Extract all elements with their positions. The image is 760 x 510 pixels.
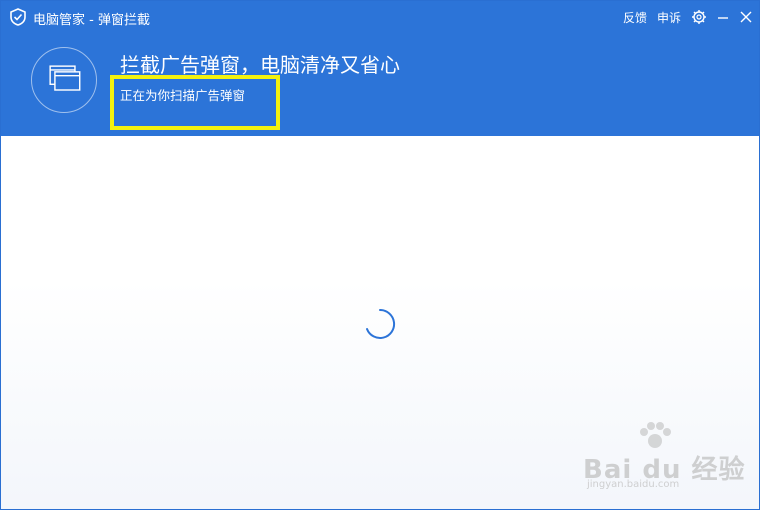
page-title: 拦截广告弹窗，电脑清净又省心 xyxy=(120,53,400,77)
shield-check-icon xyxy=(10,8,26,26)
loading-spinner-icon xyxy=(366,308,396,339)
watermark-url: jingyan.baidu.com xyxy=(587,479,680,490)
header-banner: 电脑管家 - 弹窗拦截 反馈 申诉 拦截广告弹窗，电脑清净又省心 正在为你扫描广… xyxy=(1,1,759,136)
scan-status-text: 正在为你扫描广告弹窗 xyxy=(120,88,246,103)
close-icon[interactable] xyxy=(738,9,754,25)
popup-windows-icon xyxy=(31,47,97,113)
app-window: 电脑管家 - 弹窗拦截 反馈 申诉 拦截广告弹窗，电脑清净又省心 正在为你扫描广… xyxy=(0,0,760,510)
gear-icon[interactable] xyxy=(691,9,707,25)
title-bar[interactable]: 电脑管家 - 弹窗拦截 反馈 申诉 xyxy=(1,1,759,33)
paw-logo-icon xyxy=(640,422,671,448)
feedback-link[interactable]: 反馈 xyxy=(623,9,647,26)
appeal-link[interactable]: 申诉 xyxy=(657,9,681,26)
window-title: 电脑管家 - 弹窗拦截 xyxy=(33,13,150,28)
minimize-icon[interactable] xyxy=(715,9,731,25)
baidu-watermark: Bai du 经验 jingyan.baidu.com xyxy=(577,421,745,491)
